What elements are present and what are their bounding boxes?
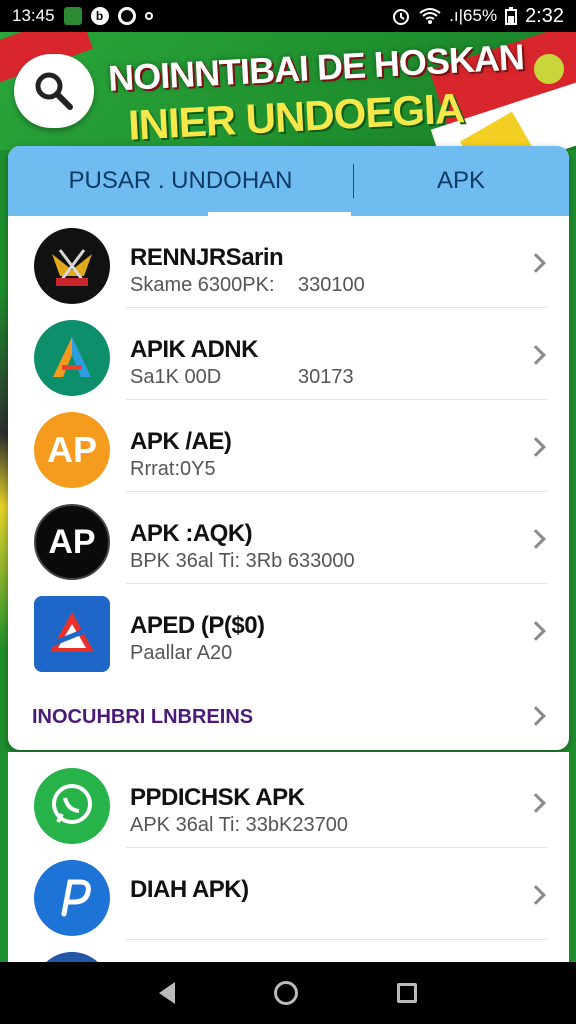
app-name: APK /AE) bbox=[130, 428, 232, 455]
list-item[interactable] bbox=[8, 940, 569, 964]
back-icon[interactable] bbox=[159, 982, 176, 1004]
chevron-right-icon bbox=[526, 437, 546, 457]
search-icon bbox=[35, 72, 73, 110]
app-icon-triangle-blue bbox=[34, 596, 110, 672]
lower-app-list: PPDICHSK APK APK 36al Ti: 33bK23700 DIAH… bbox=[8, 752, 569, 964]
app-meta-size: 30173 bbox=[298, 366, 354, 388]
app-name: APK :AQK) bbox=[130, 520, 253, 547]
icon-glyph: AP bbox=[48, 522, 96, 561]
tab-bar: PUSAR . UNDOHAN APK bbox=[8, 146, 569, 216]
app-notification-icon bbox=[63, 7, 82, 25]
app-name: PPDICHSK APK bbox=[130, 784, 305, 811]
app-icon-ap-black: AP bbox=[34, 504, 110, 580]
app-icon-p-blue bbox=[34, 860, 110, 936]
signal-battery-text: .ı|65% bbox=[449, 6, 498, 25]
notification-ring-icon bbox=[117, 7, 136, 25]
app-name: RENNJRSarin bbox=[130, 244, 284, 271]
app-icon-ap-orange: AP bbox=[34, 412, 110, 488]
app-meta: Sa1K 00D bbox=[130, 366, 222, 388]
banner-yellow-dot bbox=[534, 54, 564, 84]
battery-icon bbox=[505, 7, 518, 25]
status-time-left: 13:45 bbox=[12, 6, 55, 25]
tab-pusar-undohan[interactable]: PUSAR . UNDOHAN bbox=[8, 146, 353, 216]
search-button[interactable] bbox=[14, 54, 94, 128]
app-meta: Rrrat:0Y5 bbox=[130, 458, 216, 480]
list-item[interactable]: AP APK /AE) Rrrat:0Y5 bbox=[8, 400, 569, 492]
chevron-right-icon bbox=[526, 253, 546, 273]
list-item[interactable]: AP APK :AQK) BPK 36al Ti: 3Rb 633000 bbox=[8, 492, 569, 584]
home-icon[interactable] bbox=[273, 981, 298, 1005]
app-icon-whatsapp bbox=[34, 768, 110, 844]
list-item[interactable]: PPDICHSK APK APK 36al Ti: 33bK23700 bbox=[8, 756, 569, 848]
app-list-card: PUSAR . UNDOHAN APK RENNJRSarin Skame 63… bbox=[8, 146, 569, 750]
list-item[interactable]: RENNJRSarin Skame 6300PK: 330100 bbox=[8, 216, 569, 308]
app-meta: BPK 36al Ti: 3Rb 633000 bbox=[130, 550, 355, 572]
icon-glyph: AP bbox=[46, 429, 97, 470]
chevron-right-icon bbox=[526, 621, 546, 641]
promo-banner: NOINNTIBAI DE HOSKAN INIER UNDOEGIA bbox=[0, 32, 576, 150]
recent-apps-icon[interactable] bbox=[396, 983, 417, 1003]
list-item[interactable]: APIK ADNK Sa1K 00D 30173 bbox=[8, 308, 569, 400]
section-header-link[interactable]: INOCUHBRI LNBREINS bbox=[32, 706, 253, 729]
banner-subtitle: INIER UNDOEGIA bbox=[126, 84, 466, 149]
app-meta: Paallar A20 bbox=[130, 642, 233, 664]
chevron-right-icon bbox=[526, 793, 546, 813]
chevron-right-icon bbox=[526, 706, 546, 726]
list-item[interactable]: DIAH APK) bbox=[8, 848, 569, 940]
app-icon-warrior bbox=[34, 228, 110, 304]
status-bar: 13:45 b .ı|65% 2:32 bbox=[0, 0, 576, 32]
alarm-icon bbox=[393, 9, 410, 25]
wifi-icon bbox=[419, 8, 441, 24]
app-meta: Skame 6300PK: bbox=[130, 274, 275, 296]
app-name: APED (P($0) bbox=[130, 612, 265, 639]
tab-apk[interactable]: APK bbox=[353, 146, 569, 216]
tab-label: PUSAR . UNDOHAN bbox=[68, 167, 293, 194]
system-nav-bar bbox=[0, 962, 576, 1024]
tab-label: APK bbox=[436, 167, 486, 194]
chevron-right-icon bbox=[526, 529, 546, 549]
app-name: DIAH APK) bbox=[130, 876, 249, 903]
app-icon-a-triangle bbox=[34, 320, 110, 396]
chevron-right-icon bbox=[526, 345, 546, 365]
list-item[interactable]: APED (P($0) Paallar A20 bbox=[8, 584, 569, 676]
app-name: APIK ADNK bbox=[130, 336, 258, 363]
app-meta-size: 330100 bbox=[298, 274, 365, 296]
chevron-right-icon bbox=[526, 885, 546, 905]
app-meta: APK 36al Ti: 33bK23700 bbox=[130, 814, 348, 836]
notification-circle-icon: b bbox=[90, 7, 109, 25]
status-time: 2:32 bbox=[525, 4, 564, 27]
notification-dot-icon bbox=[144, 12, 153, 20]
